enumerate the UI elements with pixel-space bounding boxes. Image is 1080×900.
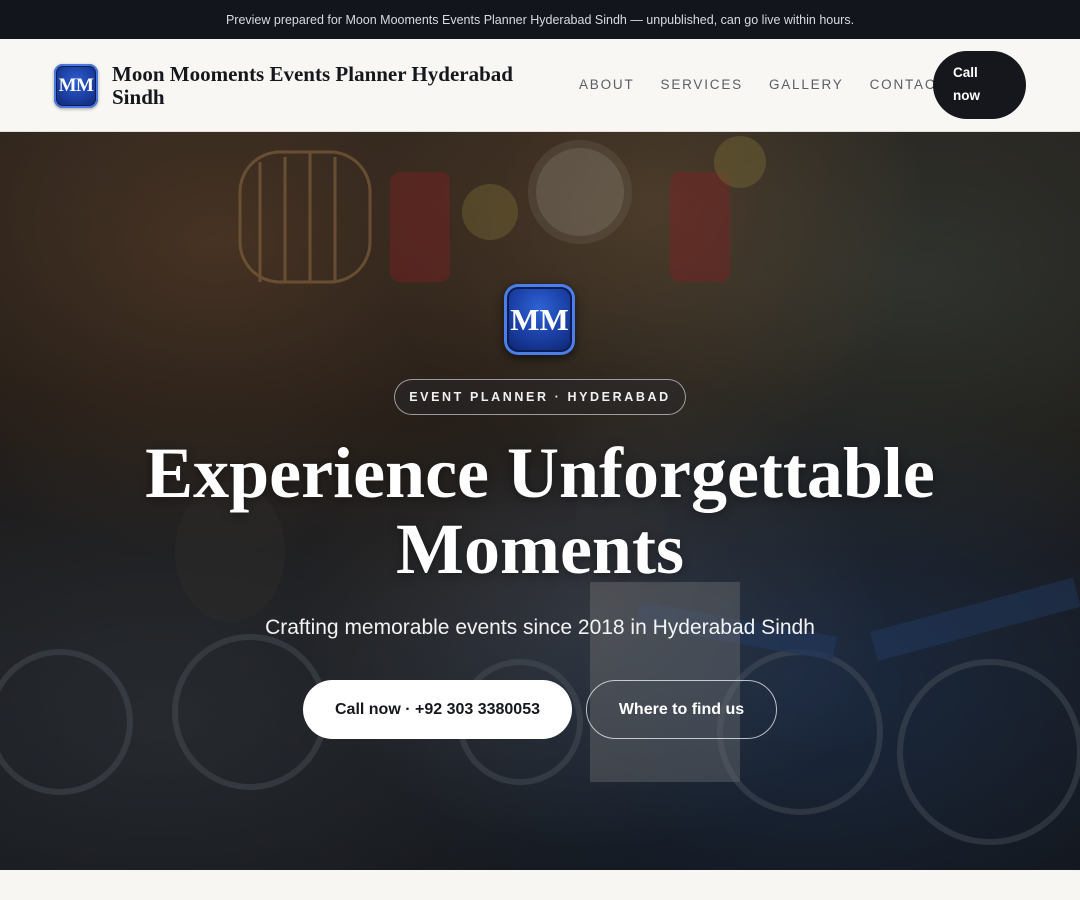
main-nav: ABOUT SERVICES GALLERY CONTACT [579, 77, 972, 92]
call-now-label-line1: Call [953, 65, 978, 80]
next-section-edge [0, 870, 1080, 900]
call-now-phone-button[interactable]: Call now · +92 303 3380053 [303, 680, 572, 739]
preview-banner-text: Preview prepared for Moon Mooments Event… [225, 12, 855, 27]
site-header: MM Moon Mooments Events Planner Hyderaba… [0, 39, 1080, 132]
hero-title: Experience Unforgettable Moments [145, 433, 935, 589]
hero-logo-icon: MM [504, 284, 575, 355]
brand[interactable]: MM Moon Mooments Events Planner Hyderaba… [54, 63, 552, 109]
call-now-label-line2: now [953, 88, 980, 103]
call-now-button[interactable]: Call now [933, 51, 1026, 119]
nav-gallery[interactable]: GALLERY [769, 77, 844, 92]
find-us-button[interactable]: Where to find us [586, 680, 777, 739]
hero-tag: EVENT PLANNER · HYDERABAD [394, 379, 686, 415]
hero-section: MM EVENT PLANNER · HYDERABAD Experience … [0, 132, 1080, 870]
hero-subtitle: Crafting memorable events since 2018 in … [265, 616, 815, 639]
logo-icon: MM [54, 64, 98, 108]
nav-services[interactable]: SERVICES [661, 77, 743, 92]
brand-name: Moon Mooments Events Planner Hyderabad S… [112, 62, 513, 109]
nav-about[interactable]: ABOUT [579, 77, 635, 92]
preview-banner: Preview prepared for Moon Mooments Event… [0, 0, 1080, 39]
